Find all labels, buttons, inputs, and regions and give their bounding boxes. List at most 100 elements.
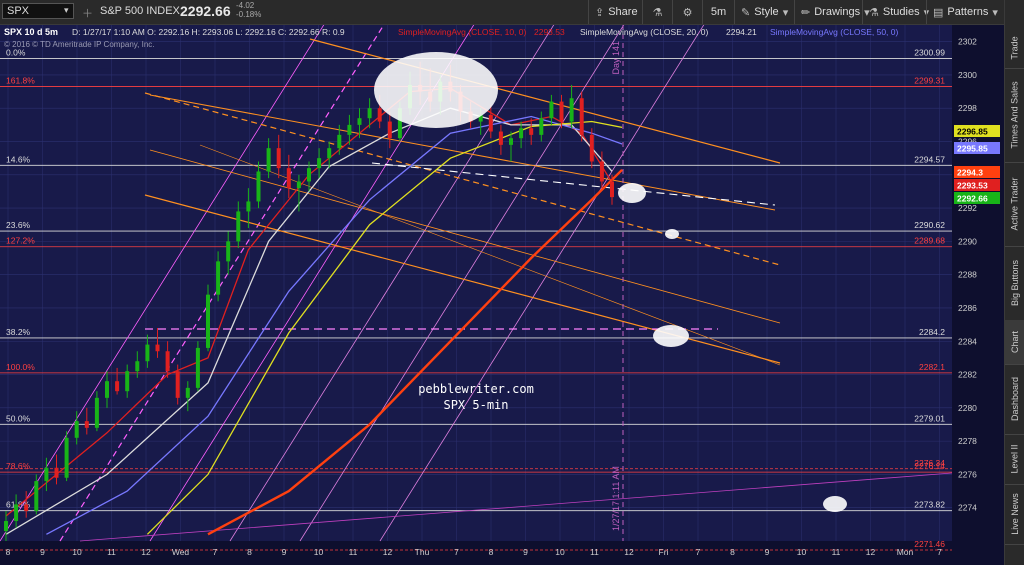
tab-live-news[interactable]: Live News [1005,484,1024,545]
tab-level-ii[interactable]: Level II [1005,434,1024,485]
candle-body[interactable] [327,148,332,159]
drawings-label: Drawings [814,6,861,18]
tab-active-trader[interactable]: Active Trader [1005,162,1024,247]
fib-retracement-label: 23.6% [6,220,31,230]
candle-body[interactable] [357,118,362,125]
right-sidebar: Trade Times And Sales Active Trader Big … [1004,0,1024,565]
drawings-button[interactable]: ✏ Drawings ▾ [794,0,870,24]
candle-body[interactable] [74,421,79,438]
tab-label: Big Buttons [1010,259,1020,307]
symbol-name: S&P 500 INDEX [100,5,180,17]
candle-body[interactable] [206,294,210,348]
price-badge-label: 2295.85 [957,144,988,154]
candle-body[interactable] [307,168,311,182]
beaker-button[interactable]: ⚗ [642,0,672,24]
candle-body[interactable] [155,344,160,352]
time-tick-label: Wed [172,547,190,557]
candle-body[interactable] [135,361,140,372]
candle-body[interactable] [296,181,301,189]
tab-big-buttons[interactable]: Big Buttons [1005,246,1024,321]
tab-times-and-sales[interactable]: Times And Sales [1005,68,1024,163]
watermark-subtext: SPX 5-min [443,398,508,412]
candle-body[interactable] [549,101,554,119]
candle-body[interactable] [610,181,614,198]
candle-body[interactable] [24,504,29,512]
candle-body[interactable] [44,467,49,482]
tab-chart[interactable]: Chart [1005,320,1024,365]
candle-body[interactable] [216,261,221,295]
candle-body[interactable] [377,108,382,122]
candle-body[interactable] [226,241,231,262]
symbol-dropdown-icon[interactable]: ▾ [64,5,69,16]
candle-body[interactable] [367,108,372,119]
candle-body[interactable] [286,168,291,189]
tab-trade[interactable]: Trade [1005,28,1024,69]
candle-body[interactable] [105,381,109,398]
candle-body[interactable] [539,118,544,135]
style-button[interactable]: ✎ Style ▾ [734,0,788,24]
patterns-button[interactable]: ▤ Patterns ▾ [926,0,1004,24]
timeframe-label: 5m [710,6,727,18]
candle-body[interactable] [94,397,99,428]
candle-body[interactable] [4,521,8,532]
candle-body[interactable] [34,481,39,512]
candle-body[interactable] [337,134,342,149]
fib-retracement-value: 2294.57 [914,154,945,164]
candle-body[interactable] [115,381,120,392]
candle-body[interactable] [509,138,513,145]
sma10-legend: SimpleMovingAvg (CLOSE, 10, 0) [398,27,527,37]
tab-dashboard[interactable]: Dashboard [1005,364,1024,435]
highlight-ellipse[interactable] [618,183,646,203]
candle-body[interactable] [347,124,352,135]
candle-body[interactable] [276,148,281,169]
candle-body[interactable] [64,437,69,478]
candle-body[interactable] [529,128,534,135]
time-tick-label: 9 [523,547,528,557]
candle-body[interactable] [165,351,170,372]
candle-body[interactable] [589,134,594,162]
candle-body[interactable] [256,171,261,202]
symbol-period-label: SPX 10 d 5m [4,27,58,37]
candle-body[interactable] [559,101,564,122]
price-tick-label: 2298 [958,103,977,113]
highlight-ellipse[interactable] [665,229,679,239]
candle-body[interactable] [599,161,604,182]
fib-retracement-label: 14.6% [6,154,31,164]
price-chart[interactable]: 0.0% 2300.9914.6% 2294.5723.6% 2290.6238.2%… [0,25,1004,565]
candle-body[interactable] [175,371,180,398]
share-button[interactable]: ⇪ Share [588,0,640,24]
candle-body[interactable] [236,211,241,242]
candle-body[interactable] [579,98,584,135]
candle-body[interactable] [145,344,150,362]
time-tick-label: 9 [40,547,45,557]
candle-body[interactable] [84,421,89,428]
time-tick-label: 10 [555,547,565,557]
candle-body[interactable] [387,121,392,139]
candle-body[interactable] [266,148,271,172]
candle-body[interactable] [14,504,19,522]
candle-body[interactable] [185,387,190,398]
candle-body[interactable] [195,347,200,388]
candle-body[interactable] [519,128,524,139]
highlight-ellipse[interactable] [374,52,498,128]
candle-body[interactable] [488,114,493,132]
fib-retracement-value: 2284.2 [919,327,945,337]
price-badge-label: 2292.66 [957,194,988,204]
highlight-ellipse[interactable] [823,496,847,512]
settings-button[interactable]: ⚙ [672,0,702,24]
candle-body[interactable] [246,201,251,212]
candle-body[interactable] [125,371,130,392]
add-symbol-icon[interactable]: ＋ [82,5,93,21]
candle-body[interactable] [498,131,503,145]
candle-body[interactable] [317,158,322,169]
studies-button[interactable]: ⚗ Studies ▾ [862,0,929,24]
candle-body[interactable] [54,467,59,478]
time-tick-label: 12 [141,547,151,557]
fib-retracement-value: 2290.62 [914,220,945,230]
price-tick-label: 2286 [958,303,977,313]
candle-body[interactable] [569,98,574,122]
highlight-ellipse[interactable] [653,325,689,347]
time-tick-label: 11 [107,547,116,557]
timeframe-button[interactable]: 5m [702,0,734,24]
style-label: Style [754,6,779,18]
